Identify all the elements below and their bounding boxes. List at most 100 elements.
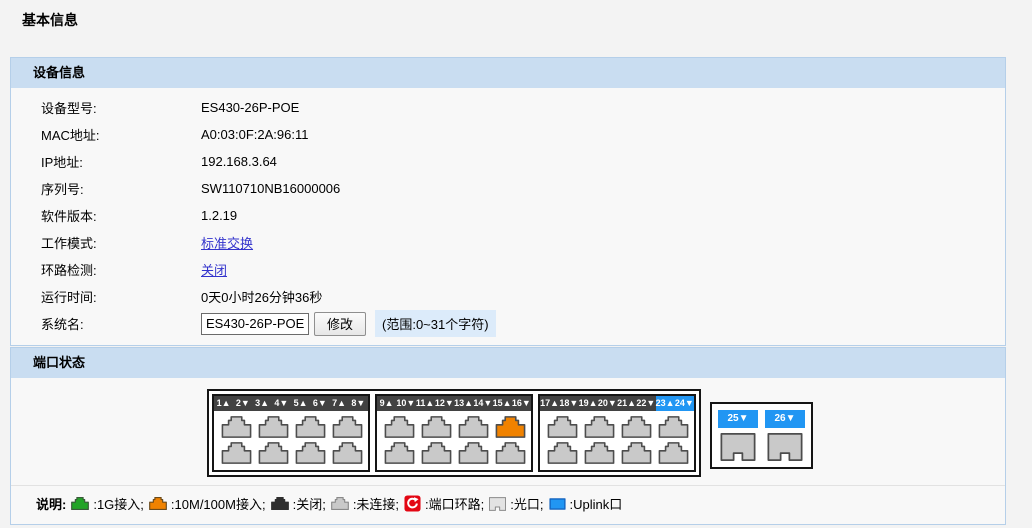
legend-item-1: :1G接入;	[71, 494, 144, 513]
port-4-icon	[258, 442, 289, 464]
port-7-label: 7▲	[330, 396, 349, 411]
port-26-icon	[765, 433, 805, 461]
device-info-panel: 设备信息 设备型号:ES430-26P-POE MAC地址:A0:03:0F:2A…	[10, 57, 1006, 346]
legend-loop-icon	[404, 495, 421, 512]
port-1-label: 1▲	[214, 396, 233, 411]
modify-button[interactable]: 修改	[314, 312, 366, 336]
port-22-label: 22▼	[636, 396, 655, 411]
port-14-icon	[458, 442, 489, 464]
info-row-work-mode: 工作模式:标准交换	[11, 229, 1005, 256]
port-16-label: 16▼	[512, 396, 531, 411]
port-14-label: 14▼	[473, 396, 492, 411]
port-22-icon	[621, 442, 652, 464]
mac-address-label: MAC地址:	[11, 125, 201, 144]
port-20-label: 20▼	[598, 396, 617, 411]
port-24-icon	[658, 442, 689, 464]
ip-address-label: IP地址:	[11, 152, 201, 171]
uptime-label: 运行时间:	[11, 287, 201, 306]
loop-detect-link[interactable]: 关闭	[201, 260, 227, 279]
sfp-ports-box: 25▼ 26▼	[710, 402, 813, 469]
device-info-rows: 设备型号:ES430-26P-POE MAC地址:A0:03:0F:2A:96:1…	[11, 88, 1005, 345]
port-10-label: 10▼	[396, 396, 415, 411]
serial-number-label: 序列号:	[11, 179, 201, 198]
port-21-label: 21▲	[617, 396, 636, 411]
port-group-2-grid	[377, 411, 531, 470]
legend-label: 说明:	[36, 494, 66, 513]
legend-item-6-text: :光口;	[510, 494, 543, 513]
legend-1g-port-icon	[71, 497, 89, 510]
device-model-label: 设备型号:	[11, 98, 201, 117]
port-20-icon	[584, 442, 615, 464]
port-25-label: 25▼	[718, 410, 758, 428]
legend-disabled-port-icon	[271, 497, 289, 510]
legend-item-2: :10M/100M接入;	[149, 494, 266, 513]
legend-unconnected-port-icon	[331, 497, 349, 510]
port-25-icon	[718, 433, 758, 461]
firmware-version-label: 软件版本:	[11, 206, 201, 225]
legend-item-3: :关闭;	[271, 494, 326, 513]
port-group-3-grid	[540, 411, 694, 470]
port-19-label: 19▲	[579, 396, 598, 411]
port-group-2-header: 9▲10▼11▲12▼13▲14▼15▲16▼	[377, 396, 531, 411]
port-group-2: 9▲10▼11▲12▼13▲14▼15▲16▼	[375, 394, 533, 472]
port-26-label: 26▼	[765, 410, 805, 428]
port-group-3: 17▲18▼19▲20▼21▲22▼23▲24▼	[538, 394, 696, 472]
info-row-uptime: 运行时间:0天0小时26分钟36秒	[11, 283, 1005, 310]
legend-item-7-text: :Uplink口	[570, 494, 623, 513]
port-15-label: 15▲	[493, 396, 512, 411]
info-row-firmware-version: 软件版本:1.2.19	[11, 202, 1005, 229]
page-title: 基本信息	[22, 10, 78, 30]
info-row-loop-detect: 环路检测:关闭	[11, 256, 1005, 283]
info-row-serial-number: 序列号:SW110710NB16000006	[11, 175, 1005, 202]
port-15-icon	[495, 416, 526, 438]
port-1-icon	[221, 416, 252, 438]
system-name-hint: (范围:0~31个字符)	[375, 310, 496, 337]
uptime-value: 0天0小时26分钟36秒	[201, 287, 322, 306]
legend-fiber-port-icon	[489, 497, 506, 511]
work-mode-link[interactable]: 标准交换	[201, 233, 253, 252]
legend-item-5: :端口环路;	[404, 494, 484, 513]
port-6-label: 6▼	[310, 396, 329, 411]
port-11-icon	[421, 416, 452, 438]
port-18-icon	[547, 442, 578, 464]
port-5-icon	[295, 416, 326, 438]
port-2-icon	[221, 442, 252, 464]
sfp-port-26: 26▼	[765, 410, 805, 461]
port-12-icon	[421, 442, 452, 464]
info-row-system-name: 系统名: 修改 (范围:0~31个字符)	[11, 310, 1005, 337]
legend-item-2-text: :10M/100M接入;	[171, 494, 266, 513]
legend-item-5-text: :端口环路;	[425, 494, 484, 513]
port-status-panel: 端口状态 1▲2▼3▲4▼5▲6▼7▲8▼ 9▲10▼11▲12▼13▲14▼15…	[10, 347, 1006, 525]
port-8-label: 8▼	[349, 396, 368, 411]
port-status-panel-header: 端口状态	[11, 348, 1005, 378]
port-13-label: 13▲	[454, 396, 473, 411]
info-row-device-model: 设备型号:ES430-26P-POE	[11, 94, 1005, 121]
legend-100m-port-icon	[149, 497, 167, 510]
mac-address-value: A0:03:0F:2A:96:11	[201, 127, 308, 142]
serial-number-value: SW110710NB16000006	[201, 181, 340, 196]
port-group-1-header: 1▲2▼3▲4▼5▲6▼7▲8▼	[214, 396, 368, 411]
system-name-input[interactable]	[201, 313, 309, 335]
legend-item-4-text: :未连接;	[353, 494, 399, 513]
info-row-ip-address: IP地址:192.168.3.64	[11, 148, 1005, 175]
ip-address-value: 192.168.3.64	[201, 154, 277, 169]
port-13-icon	[458, 416, 489, 438]
legend-item-6: :光口;	[489, 494, 543, 513]
port-4-label: 4▼	[272, 396, 291, 411]
port-2-label: 2▼	[233, 396, 252, 411]
port-diagram: 1▲2▼3▲4▼5▲6▼7▲8▼9▲10▼11▲12▼13▲14▼15▲16▼1…	[11, 378, 1005, 477]
port-6-icon	[295, 442, 326, 464]
legend-item-7: :Uplink口	[549, 494, 623, 513]
legend-item-1-text: :1G接入;	[93, 494, 144, 513]
port-9-icon	[384, 416, 415, 438]
port-17-label: 17▲	[540, 396, 559, 411]
port-8-icon	[332, 442, 363, 464]
system-name-label: 系统名:	[11, 314, 201, 333]
device-info-panel-header: 设备信息	[11, 58, 1005, 88]
port-19-icon	[584, 416, 615, 438]
port-group-3-header: 17▲18▼19▲20▼21▲22▼23▲24▼	[540, 396, 694, 411]
port-24-label: 24▼	[675, 396, 694, 411]
legend-uplink-icon	[549, 498, 566, 510]
legend-item-4: :未连接;	[331, 494, 399, 513]
port-10-icon	[384, 442, 415, 464]
